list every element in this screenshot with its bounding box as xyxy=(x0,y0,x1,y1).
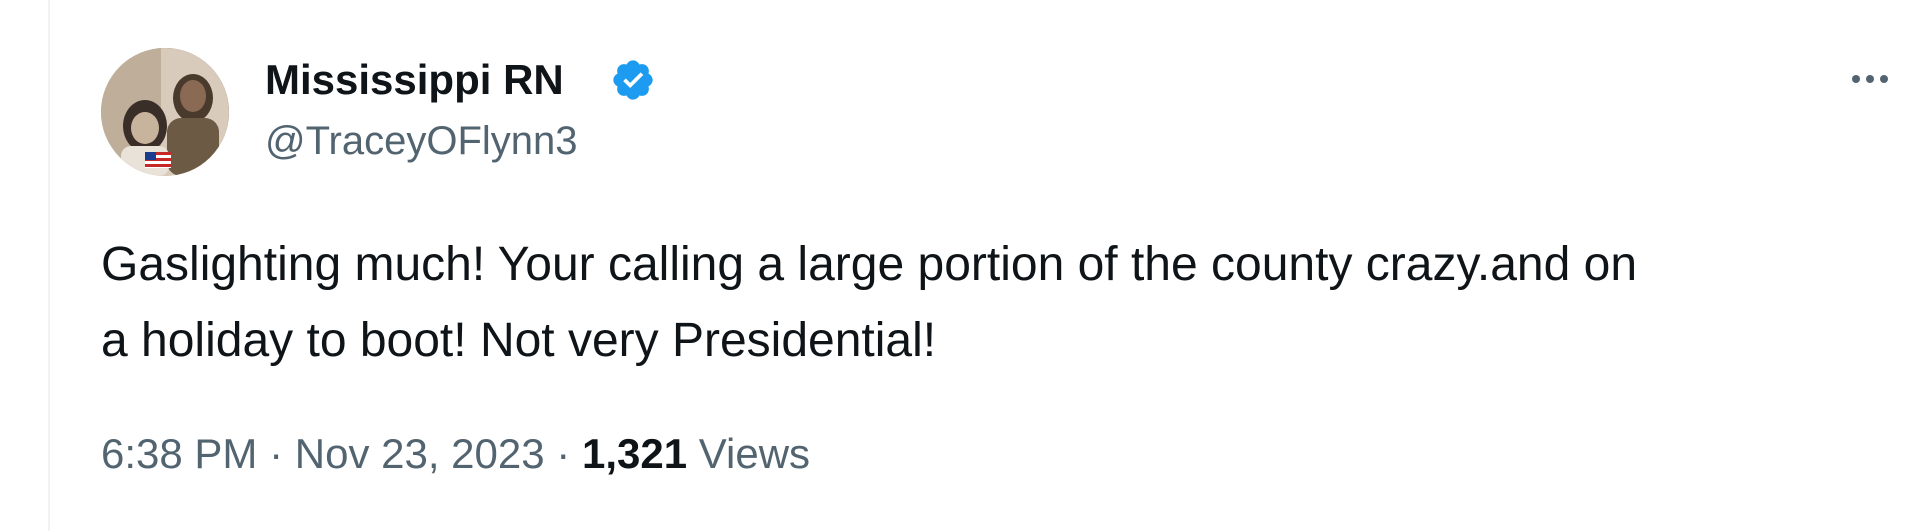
tweet-meta: 6:38 PM · Nov 23, 2023 · 1,321 Views xyxy=(101,428,810,480)
tweet-date[interactable]: Nov 23, 2023 xyxy=(295,430,545,477)
views-count: 1,321 xyxy=(581,430,688,477)
tweet-text-line: Gaslighting much! Your calling a large p… xyxy=(101,238,1638,291)
tweet-time[interactable]: 6:38 PM xyxy=(101,430,257,477)
views-label: Views xyxy=(698,430,811,477)
avatar[interactable] xyxy=(101,48,229,176)
tweet-card: Mississippi RN @TraceyOFlynn3 Gaslightin… xyxy=(50,0,1920,531)
meta-separator: · xyxy=(269,430,284,477)
more-options-icon[interactable] xyxy=(1840,64,1900,94)
profile-photo-icon xyxy=(101,48,229,176)
display-name[interactable]: Mississippi RN xyxy=(265,54,564,106)
user-handle[interactable]: @TraceyOFlynn3 xyxy=(265,116,578,166)
meta-separator: · xyxy=(556,430,571,477)
tweet-text: Gaslighting much! Your calling a large p… xyxy=(101,227,1901,379)
verified-badge-icon xyxy=(613,60,653,100)
tweet-text-line: a holiday to boot! Not very Presidential… xyxy=(101,314,937,367)
